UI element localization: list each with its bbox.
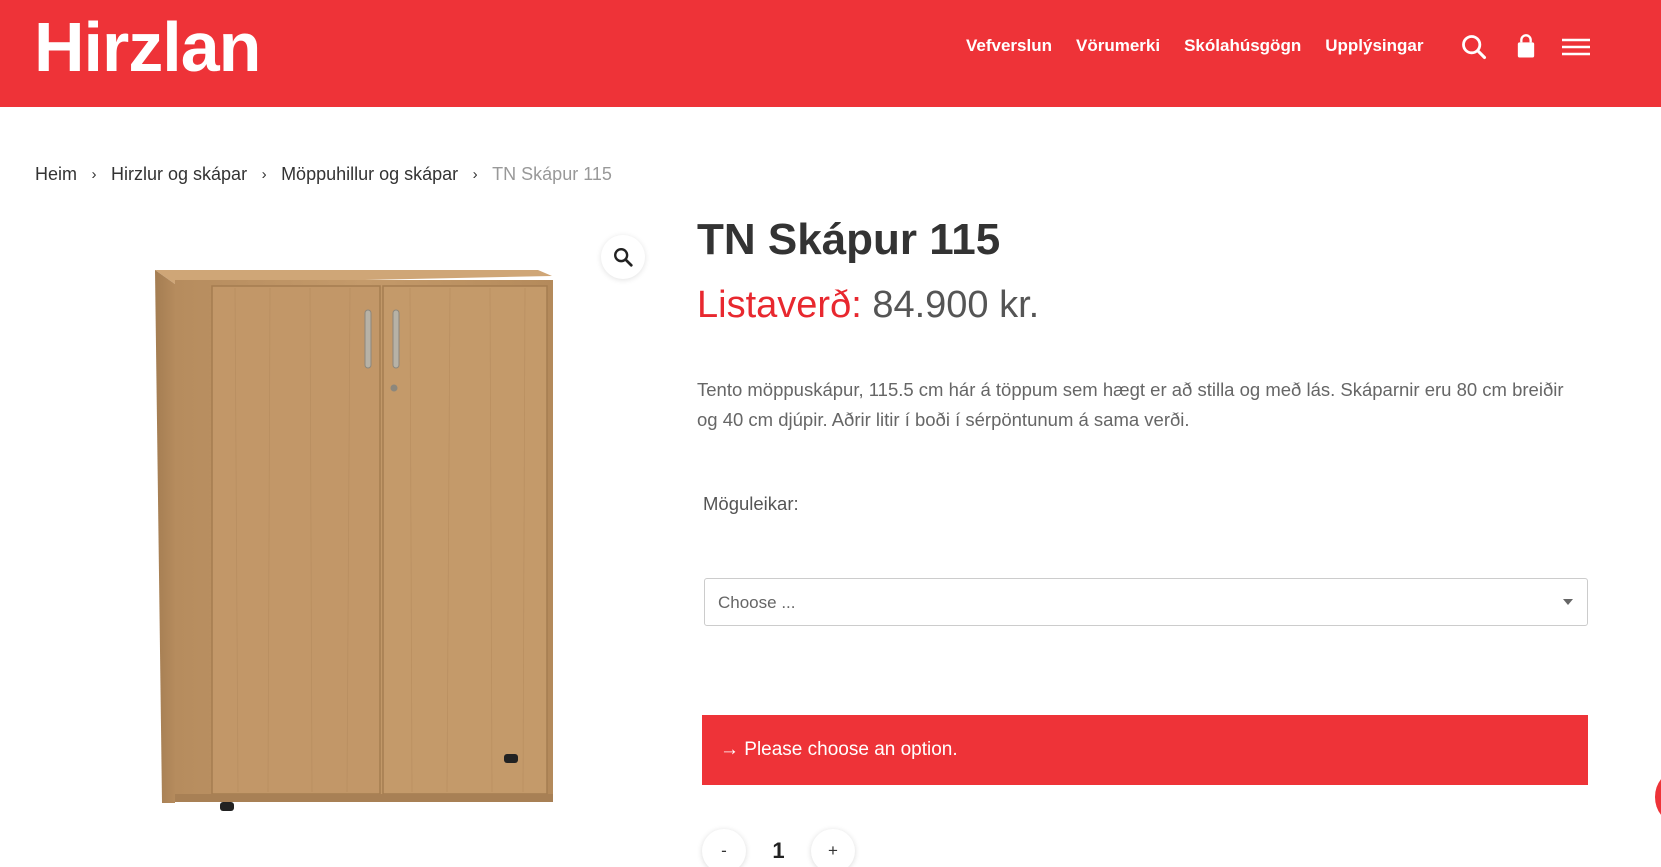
breadcrumb-heim[interactable]: Heim <box>35 164 77 185</box>
qty-plus-button[interactable]: + <box>811 829 855 867</box>
breadcrumb-hirzlur[interactable]: Hirzlur og skápar <box>111 164 247 185</box>
site-logo[interactable]: Hirzlan <box>34 12 261 82</box>
quantity-stepper: - 1 + <box>702 829 855 867</box>
qty-minus-button[interactable]: - <box>702 829 746 867</box>
qty-value[interactable]: 1 <box>746 838 811 864</box>
breadcrumb-moppuhillur[interactable]: Möppuhillur og skápar <box>281 164 458 185</box>
product-image[interactable] <box>140 258 560 818</box>
breadcrumb-separator: › <box>261 166 267 183</box>
breadcrumb-separator: › <box>91 166 97 183</box>
floating-widget-button[interactable] <box>1655 772 1661 822</box>
product-price: Listaverð: 84.900 kr. <box>697 284 1039 327</box>
site-header: Hirzlan Vefverslun Vörumerki Skólahúsgög… <box>0 0 1661 107</box>
search-icon[interactable] <box>1460 33 1488 61</box>
shopping-bag-icon[interactable] <box>1512 33 1540 61</box>
zoom-button[interactable] <box>601 235 645 279</box>
nav-upplysingar[interactable]: Upplýsingar <box>1325 36 1423 56</box>
breadcrumb: Heim › Hirzlur og skápar › Möppuhillur o… <box>35 164 612 185</box>
price-value: 84.900 kr. <box>872 284 1040 326</box>
options-label: Möguleikar: <box>703 493 799 514</box>
price-label: Listaverð: <box>697 284 862 326</box>
options-select[interactable]: Choose ... <box>704 578 1588 626</box>
product-title: TN Skápur 115 <box>697 215 1001 264</box>
chevron-down-icon <box>1563 599 1573 605</box>
menu-icon[interactable] <box>1561 33 1591 61</box>
choose-option-notice: → Please choose an option. <box>702 715 1588 785</box>
options-select-value: Choose ... <box>718 593 796 612</box>
nav-vefverslun[interactable]: Vefverslun <box>966 36 1052 56</box>
breadcrumb-current: TN Skápur 115 <box>492 164 612 184</box>
main-nav: Vefverslun Vörumerki Skólahúsgögn Upplýs… <box>966 36 1423 56</box>
breadcrumb-separator: › <box>472 166 478 183</box>
nav-vorumerki[interactable]: Vörumerki <box>1076 36 1160 56</box>
magnifier-icon <box>614 248 633 267</box>
nav-skolahusgogn[interactable]: Skólahúsgögn <box>1184 36 1301 56</box>
product-description: Tento möppuskápur, 115.5 cm hár á töppum… <box>697 379 1564 430</box>
